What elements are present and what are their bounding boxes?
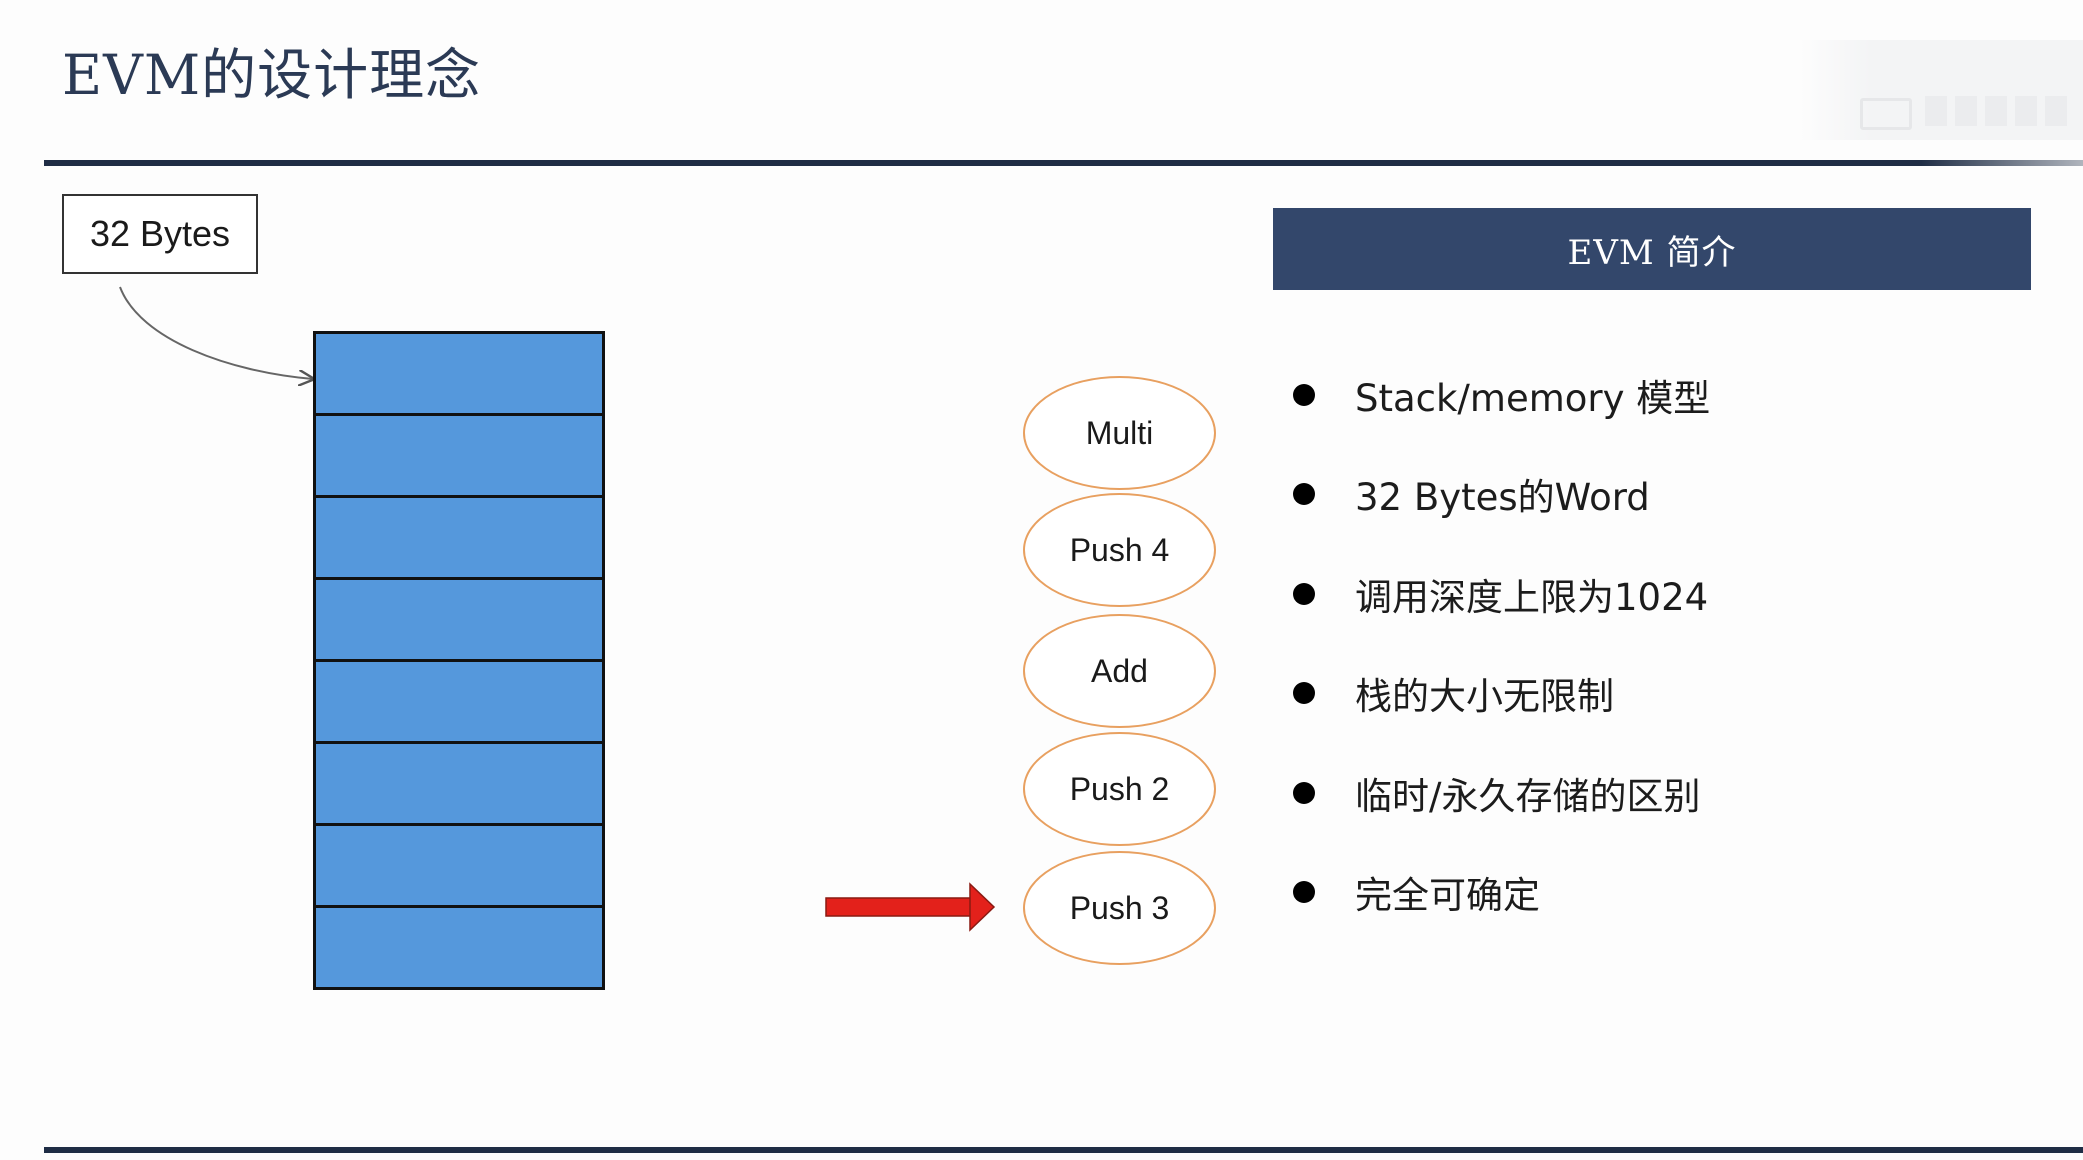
list-item-text: Stack/memory 模型	[1355, 376, 1711, 420]
list-item: 临时/永久存储的区别	[1293, 743, 1710, 843]
stack-cell	[316, 416, 602, 498]
list-item-text: 栈的大小无限制	[1355, 675, 1614, 719]
callout-pointer-line	[119, 286, 313, 379]
list-item: 调用深度上限为1024	[1293, 544, 1710, 644]
stack-cell	[316, 826, 602, 908]
stack-cell	[316, 744, 602, 826]
bullet-icon	[1293, 881, 1315, 904]
list-item-text: 临时/永久存储的区别	[1355, 774, 1701, 818]
feature-list: Stack/memory 模型 32 Bytes的Word 调用深度上限为102…	[1293, 345, 1710, 942]
word-size-callout: 32 Bytes	[62, 194, 258, 274]
list-item-text: 完全可确定	[1355, 874, 1540, 918]
bullet-icon	[1293, 781, 1315, 804]
stack-cell	[316, 498, 602, 580]
stack-cell	[316, 580, 602, 662]
list-item-text: 32 Bytes的Word	[1355, 476, 1650, 520]
stack-cell	[316, 908, 602, 987]
bullet-icon	[1293, 383, 1315, 406]
bullet-icon	[1293, 483, 1315, 506]
list-item: Stack/memory 模型	[1293, 345, 1710, 445]
red-pointer-arrow-icon	[825, 882, 996, 932]
list-item-text: 调用深度上限为1024	[1355, 575, 1709, 619]
op-multi: Multi	[1023, 376, 1216, 490]
op-push-2: Push 2	[1023, 732, 1216, 846]
list-item: 栈的大小无限制	[1293, 644, 1710, 744]
footer-divider	[44, 1147, 2083, 1153]
list-item: 32 Bytes的Word	[1293, 445, 1710, 545]
panel-header: EVM 简介	[1273, 208, 2031, 290]
bullet-icon	[1293, 682, 1315, 705]
stack-cell	[316, 334, 602, 416]
stack-cell	[316, 662, 602, 744]
stack-diagram	[313, 331, 605, 990]
list-item: 完全可确定	[1293, 843, 1710, 943]
bullet-icon	[1293, 582, 1315, 605]
op-add: Add	[1023, 614, 1216, 728]
op-push-3: Push 3	[1023, 851, 1216, 965]
op-push-4: Push 4	[1023, 493, 1216, 607]
